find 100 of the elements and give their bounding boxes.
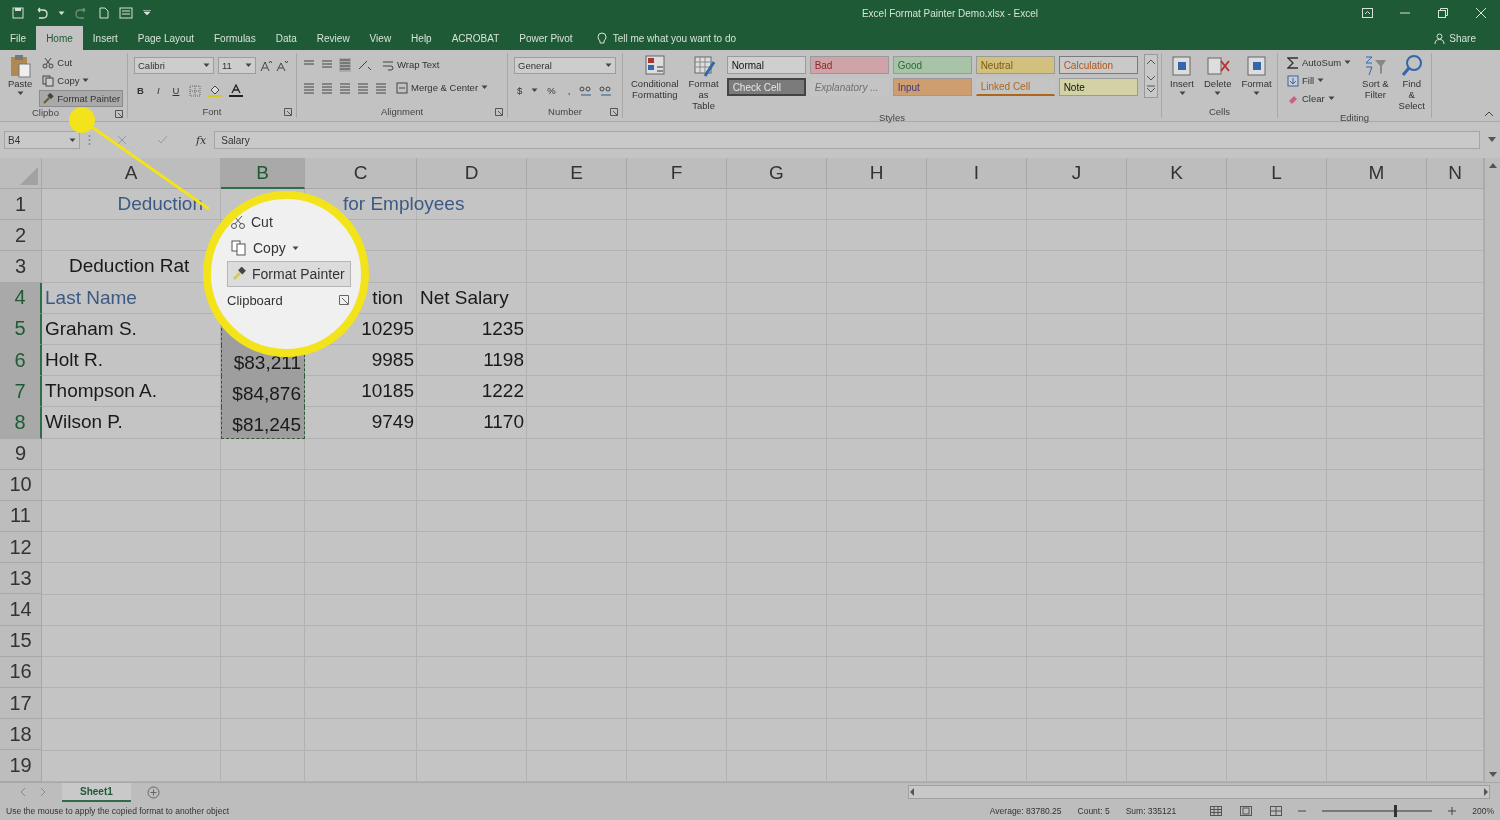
insert-function-button[interactable]: fx <box>196 133 207 147</box>
ribbon-tab[interactable]: Data <box>265 26 307 50</box>
dialog-launcher-icon[interactable] <box>284 108 292 116</box>
ribbon-tab[interactable]: ACROBAT <box>441 26 510 50</box>
customize-caret-icon[interactable] <box>143 10 151 16</box>
share-button[interactable]: Share <box>1428 26 1482 50</box>
align-center-icon[interactable] <box>321 81 333 94</box>
row-header[interactable]: 17 <box>0 688 42 720</box>
row-header[interactable]: 7 <box>0 376 42 408</box>
align-left-icon[interactable] <box>303 81 315 94</box>
increase-indent-icon[interactable] <box>375 81 387 94</box>
row-header[interactable]: 19 <box>0 750 42 782</box>
form-icon[interactable] <box>119 7 133 19</box>
sort-filter-button[interactable]: Sort & Filter <box>1360 54 1391 101</box>
font-family-dropdown[interactable]: Calibri <box>134 57 214 74</box>
column-header[interactable]: E <box>527 158 627 189</box>
column-header[interactable]: D <box>417 158 527 189</box>
ribbon-tab[interactable]: View <box>359 26 402 50</box>
add-sheet-icon[interactable] <box>146 785 160 799</box>
formula-field[interactable]: Salary <box>214 131 1480 149</box>
row-header[interactable]: 6 <box>0 344 42 377</box>
row-header[interactable]: 2 <box>0 220 42 252</box>
format-painter-button[interactable]: Format Painter <box>227 261 351 287</box>
fill-button[interactable]: Fill <box>1284 72 1355 89</box>
ribbon-tab[interactable]: Formulas <box>204 26 266 50</box>
row-header[interactable]: 5 <box>0 313 42 345</box>
shrink-font-icon[interactable] <box>276 59 288 72</box>
row-header[interactable]: 15 <box>0 625 42 657</box>
cell-style-swatch[interactable]: Normal <box>726 56 806 74</box>
scroll-up-icon[interactable] <box>1488 162 1497 168</box>
cell-style-swatch[interactable]: Bad <box>809 56 889 74</box>
column-header[interactable]: I <box>927 158 1027 189</box>
save-icon[interactable] <box>12 7 24 19</box>
font-color-icon[interactable] <box>229 84 244 97</box>
collapse-ribbon-icon[interactable] <box>1484 111 1494 117</box>
align-middle-icon[interactable] <box>321 58 333 71</box>
scroll-down-icon[interactable] <box>1488 771 1497 778</box>
gallery-scroll-icon[interactable] <box>1143 54 1158 98</box>
ribbon-tab[interactable]: Home <box>36 26 83 50</box>
column-header[interactable]: H <box>827 158 927 189</box>
ribbon-tab[interactable]: Page Layout <box>127 26 204 50</box>
row-header[interactable]: 16 <box>0 656 42 688</box>
column-header[interactable]: F <box>627 158 727 189</box>
merge-center-button[interactable]: Merge & Center <box>393 79 492 96</box>
zoom-thumb[interactable] <box>1393 804 1397 817</box>
row-header[interactable]: 13 <box>0 563 42 595</box>
dialog-launcher-icon[interactable] <box>338 295 349 305</box>
align-bottom-icon[interactable] <box>339 57 351 72</box>
ribbon-tab[interactable]: Power Pivot <box>509 26 583 50</box>
minus-icon[interactable] <box>1298 809 1307 812</box>
tell-me-field[interactable]: Tell me what you want to do <box>612 32 813 44</box>
row-header[interactable]: 4 <box>0 282 42 314</box>
column-header[interactable]: K <box>1127 158 1227 189</box>
column-header[interactable]: B <box>221 158 305 189</box>
row-header[interactable]: 14 <box>0 594 42 626</box>
column-header[interactable]: L <box>1227 158 1327 189</box>
horizontal-scrollbar[interactable] <box>908 785 1490 800</box>
plus-icon[interactable] <box>1448 806 1457 815</box>
ribbon-tab[interactable]: Insert <box>82 26 128 50</box>
cell-style-swatch[interactable]: Note <box>1058 78 1138 96</box>
page-layout-icon[interactable] <box>1240 805 1253 816</box>
cancel-icon[interactable] <box>117 135 127 145</box>
grow-font-icon[interactable] <box>260 59 272 72</box>
ribbon-tab[interactable]: Help <box>401 26 442 50</box>
fill-color-icon[interactable] <box>208 84 223 97</box>
zoom-level[interactable]: 200% <box>1472 805 1494 816</box>
number-format-dropdown[interactable]: General <box>514 57 616 74</box>
row-header[interactable]: 8 <box>0 407 42 439</box>
paste-button[interactable]: Paste <box>6 54 35 96</box>
normal-view-icon[interactable] <box>1210 805 1223 816</box>
font-size-dropdown[interactable]: 11 <box>218 57 256 74</box>
format-painter-button[interactable]: Format Painter <box>39 90 124 107</box>
ribbon-tab[interactable]: Review <box>306 26 360 50</box>
column-header[interactable]: C <box>305 158 417 189</box>
cell-style-swatch[interactable]: Check Cell <box>726 78 806 96</box>
comma-button[interactable]: , <box>564 82 574 99</box>
italic-button[interactable]: I <box>153 82 163 99</box>
decrease-indent-icon[interactable] <box>357 81 369 94</box>
column-header[interactable]: A <box>42 158 221 189</box>
row-header[interactable]: 1 <box>0 189 42 221</box>
cell-style-swatch[interactable]: Neutral <box>975 56 1055 74</box>
bold-button[interactable]: B <box>134 82 147 99</box>
check-icon[interactable] <box>157 135 168 145</box>
column-header[interactable]: J <box>1027 158 1127 189</box>
dialog-launcher-icon[interactable] <box>495 108 503 116</box>
increase-decimal-icon[interactable] <box>579 84 594 97</box>
expand-icon[interactable] <box>1488 137 1496 143</box>
row-header[interactable]: 18 <box>0 719 42 751</box>
name-box[interactable]: B4 <box>4 131 80 149</box>
ribbon-tab[interactable]: File <box>0 26 37 50</box>
dialog-launcher-icon[interactable] <box>115 110 123 118</box>
row-header[interactable]: 11 <box>0 500 42 533</box>
cell-style-swatch[interactable]: Good <box>892 56 972 74</box>
text-angle-icon[interactable] <box>357 58 373 71</box>
autosum-button[interactable]: AutoSum <box>1284 54 1355 71</box>
row-header[interactable]: 12 <box>0 532 42 564</box>
row-header[interactable]: 9 <box>0 438 42 470</box>
row-header[interactable]: 3 <box>0 251 42 283</box>
row-header[interactable]: 10 <box>0 469 42 501</box>
copy-button[interactable]: Copy <box>39 72 124 89</box>
